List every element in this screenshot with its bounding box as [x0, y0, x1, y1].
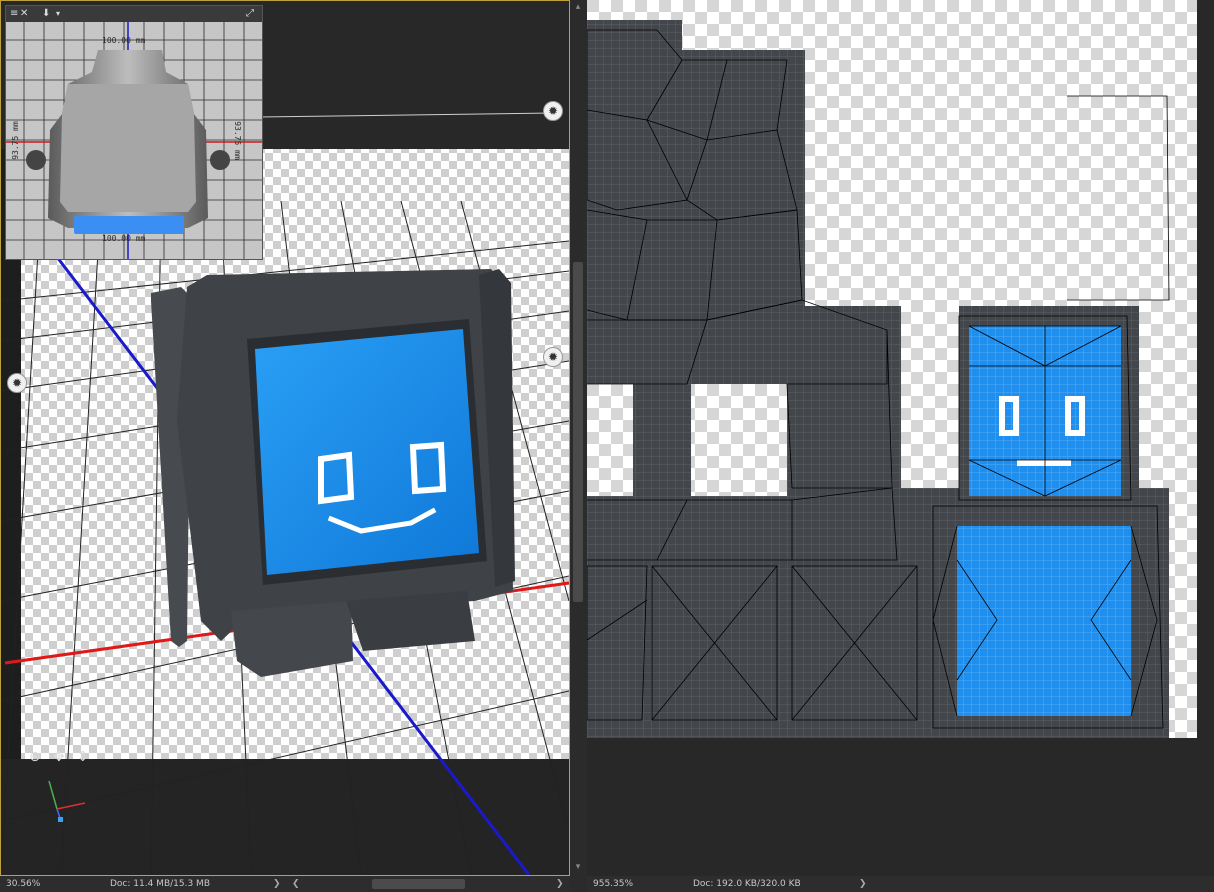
front-view-render: [6, 22, 262, 259]
dropdown-icon[interactable]: ▾: [56, 7, 60, 21]
dimension-bottom-label: 100.00 mm: [102, 234, 146, 243]
3d-character-model[interactable]: [151, 269, 515, 677]
texture-canvas[interactable]: [587, 0, 1214, 876]
camera-view-icon[interactable]: ⬇: [42, 7, 50, 21]
3d-viewport[interactable]: ≡ ✕ ⬇ ▾ ⤢ 100.00 mm 100.00 mm 93.75 mm 9…: [0, 0, 570, 876]
zoom-level[interactable]: 955.35%: [593, 876, 633, 892]
uv-texture-map[interactable]: [587, 0, 1214, 876]
zoom-level[interactable]: 30.56%: [6, 876, 40, 892]
scroll-up-icon[interactable]: ▴: [573, 2, 583, 12]
expand-icon[interactable]: ⤢: [246, 7, 254, 21]
scroll-left-arrow[interactable]: ❮: [292, 876, 300, 892]
dimension-top-label: 100.00 mm: [102, 36, 146, 45]
status-menu-arrow[interactable]: ❯: [273, 876, 281, 892]
close-icon[interactable]: ✕: [20, 7, 28, 21]
left-status-bar: 30.56% Doc: 11.4 MB/15.3 MB ❯ ❮ ❯: [0, 876, 570, 892]
pan-icon[interactable]: ✥: [53, 749, 65, 765]
right-status-bar: 955.35% Doc: 192.0 KB/320.0 KB ❯: [587, 876, 1214, 892]
horizontal-scroll-thumb[interactable]: [372, 879, 465, 889]
dimension-left-label: 93.75 mm: [10, 121, 20, 160]
slide-icon[interactable]: ⇕: [77, 749, 89, 765]
document-size: Doc: 11.4 MB/15.3 MB: [110, 879, 210, 889]
status-menu-arrow[interactable]: ❯: [859, 876, 867, 892]
scroll-down-icon[interactable]: ▾: [573, 862, 583, 872]
dimension-right-label: 93.75 mm: [232, 121, 242, 160]
document-size: Doc: 192.0 KB/320.0 KB: [693, 879, 801, 889]
secondary-view-header: ≡ ✕ ⬇ ▾ ⤢: [6, 6, 262, 22]
light-icon[interactable]: ✹: [543, 101, 563, 121]
light-icon[interactable]: ✹: [543, 347, 563, 367]
scroll-right-arrow[interactable]: ❯: [556, 876, 564, 892]
vertical-scroll-thumb[interactable]: [573, 262, 583, 602]
light-icon[interactable]: ✹: [7, 373, 27, 393]
secondary-view-panel[interactable]: ≡ ✕ ⬇ ▾ ⤢ 100.00 mm 100.00 mm 93.75 mm 9…: [5, 5, 263, 260]
character-screen: [255, 329, 479, 575]
menu-icon[interactable]: ≡: [10, 7, 18, 21]
uv-body-island: [957, 526, 1131, 716]
orbit-icon[interactable]: ⊕: [29, 749, 41, 765]
